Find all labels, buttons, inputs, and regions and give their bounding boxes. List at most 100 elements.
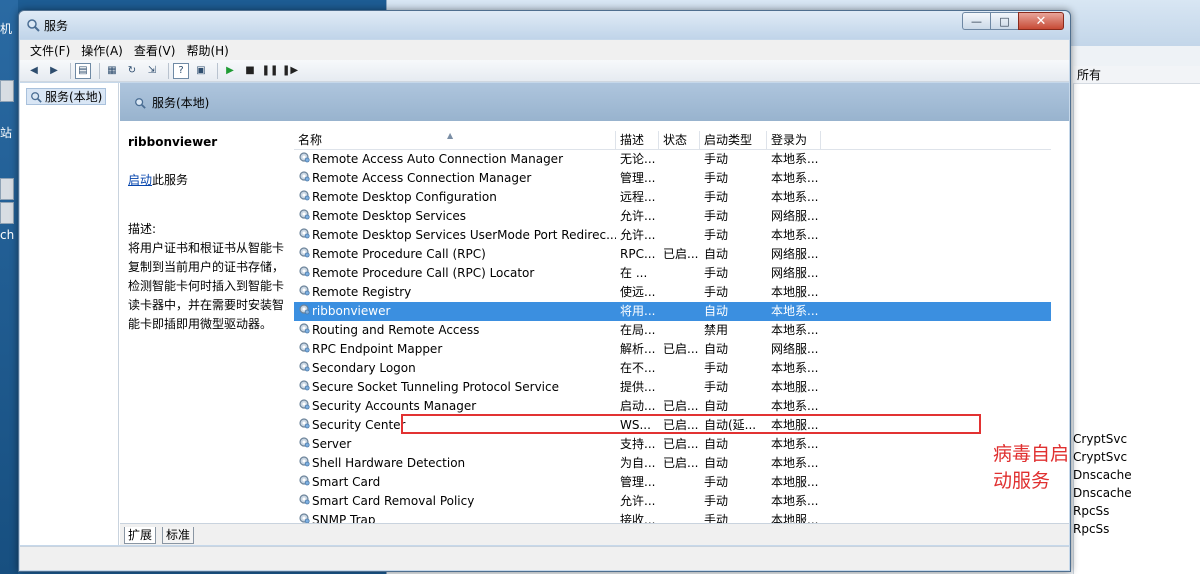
service-row[interactable]: Remote Access Auto Connection Manager 无论.… [294,150,1051,169]
service-row[interactable]: Routing and Remote Access 在局... 禁用 本地系... [294,321,1051,340]
service-row[interactable]: Remote Registry 使远... 手动 本地服... [294,283,1051,302]
annotation-text: 病毒自启动服务 [993,443,1069,492]
column-header-startup-type[interactable]: 启动类型 [700,131,767,149]
status-bar [20,546,1069,570]
service-name-cell: Security Center [294,416,616,435]
service-logon: 网络服... [771,342,819,356]
service-startup-type: 手动 [704,152,729,166]
properties-icon[interactable]: ▦ [104,63,120,79]
service-status [659,169,700,188]
service-row[interactable]: Remote Desktop Services 允许... 手动 网络服... [294,207,1051,226]
service-row[interactable]: Smart Card Removal Policy 允许... 手动 本地系... [294,492,1051,511]
service-row[interactable]: Secondary Logon 在不... 手动 本地系... [294,359,1051,378]
service-description: 在局... [620,323,656,337]
service-description: 提供... [620,380,656,394]
service-startup-type: 自动 [704,304,729,318]
service-description: 管理... [620,171,656,185]
menu-action[interactable]: 操作(A) [81,42,123,59]
tab-standard[interactable]: 标准 [162,527,195,544]
column-header-name-label: 名称 [298,133,323,147]
maximize-button[interactable]: □ [990,12,1018,30]
start-service-link[interactable]: 启动 [128,173,152,187]
service-startup-type: 禁用 [704,323,729,337]
service-gear-icon [298,302,312,321]
service-status [659,226,700,245]
service-description: 为自... [620,456,656,470]
service-row[interactable]: Secure Socket Tunneling Protocol Service… [294,378,1051,397]
service-name-cell: Secure Socket Tunneling Protocol Service [294,378,616,397]
column-header-name[interactable]: ▲ 名称 [294,131,616,149]
service-gear-icon [298,340,312,359]
stop-service-icon[interactable]: ■ [242,63,258,79]
column-header-status[interactable]: 状态 [659,131,700,149]
service-row[interactable]: Remote Desktop Services UserMode Port Re… [294,226,1051,245]
restart-service-icon[interactable]: ❚▶ [282,63,298,79]
title-bar[interactable]: 服务 — □ ✕ [19,11,1070,39]
desktop-file-icon-2[interactable] [0,202,14,224]
service-name-cell: Shell Hardware Detection [294,454,616,473]
service-gear-icon [298,321,312,340]
background-process-item: RpcSs [1073,522,1110,536]
export-list-icon[interactable]: ⇲ [144,63,160,79]
console-tree-icon[interactable]: ▤ [75,62,91,79]
service-row[interactable]: Remote Procedure Call (RPC) RPC... 已启... 自动… [294,245,1051,264]
menu-file[interactable]: 文件(F) [30,42,70,59]
service-row[interactable]: Remote Access Connection Manager 管理... 手动 本… [294,169,1051,188]
start-service-icon[interactable]: ▶ [222,63,238,79]
action-pane-icon[interactable]: ▣ [193,63,209,79]
tree-item-label: 服务(本地) [45,90,103,104]
back-arrow-icon[interactable]: ◀ [26,63,42,79]
help-icon[interactable]: ? [173,62,189,79]
service-startup-type: 手动 [704,475,729,489]
service-logon: 本地系... [771,228,819,242]
service-row[interactable]: SNMP Trap 接收... 手动 本地服... [294,511,1051,523]
menu-view[interactable]: 查看(V) [134,42,176,59]
service-logon: 网络服... [771,209,819,223]
description-text: 将用户证书和根证书从智能卡复制到当前用户的证书存储，检测智能卡何时插入到智能卡读… [128,241,285,331]
service-row[interactable]: Shell Hardware Detection 为自... 已启... 自动 本地系.… [294,454,1051,473]
tab-extended[interactable]: 扩展 [124,527,157,544]
service-startup-type: 自动 [704,399,729,413]
content-area: 服务(本地) 服务(本地) ribbonviewer 启动此服务 描述: 将用户… [20,83,1069,545]
pause-service-icon[interactable]: ❚❚ [262,63,279,79]
service-status [659,207,700,226]
service-logon: 本地系... [771,361,819,375]
column-header-description[interactable]: 描述 [616,131,659,149]
service-status: 已启... [663,399,699,413]
minimize-button[interactable]: — [962,12,990,30]
service-row[interactable]: Remote Desktop Configuration 远程... 手动 本地系..… [294,188,1051,207]
service-description: 启动... [620,399,656,413]
service-gear-icon [298,207,312,226]
forward-arrow-icon[interactable]: ▶ [46,63,62,79]
service-action: 启动此服务 [128,171,288,188]
service-name: RPC Endpoint Mapper [312,342,443,356]
service-row[interactable]: Security Center WS... 已启... 自动(延... 本地服... [294,416,1051,435]
service-row[interactable]: Server 支持... 已启... 自动 本地系... [294,435,1051,454]
desktop-file-icon[interactable] [0,178,14,200]
service-description: 接收... [620,513,656,523]
service-status: 已启... [663,437,699,451]
service-logon: 本地系... [771,456,819,470]
desktop-label-1: 机 [0,22,13,36]
tree-item-services-local[interactable]: 服务(本地) [26,88,107,105]
service-row-selected[interactable]: ribbonviewer 将用... 自动 本地系... [294,302,1051,321]
menu-help[interactable]: 帮助(H) [186,42,228,59]
desktop-recycle-icon[interactable] [0,80,14,102]
service-row[interactable]: Remote Procedure Call (RPC) Locator 在 ...… [294,264,1051,283]
service-row[interactable]: Smart Card 管理... 手动 本地服... [294,473,1051,492]
pane-header: 服务(本地) [120,83,1069,121]
close-button[interactable]: ✕ [1018,12,1064,30]
service-name: SNMP Trap [312,513,376,523]
column-header-logon[interactable]: 登录为 [767,131,821,149]
service-row[interactable]: RPC Endpoint Mapper 解析... 已启... 自动 网络服... [294,340,1051,359]
background-process-item: RpcSs [1073,504,1110,518]
service-description: 允许... [620,494,656,508]
service-gear-icon [298,435,312,454]
service-name: Server [312,437,352,451]
service-status: 已启... [663,342,699,356]
service-rows: Remote Access Auto Connection Manager 无论.… [294,150,1051,523]
service-logon: 本地服... [771,475,819,489]
service-name-cell: Remote Desktop Services [294,207,616,226]
service-row[interactable]: Security Accounts Manager 启动... 已启... 自动 本地系… [294,397,1051,416]
refresh-icon[interactable]: ↻ [124,63,140,79]
